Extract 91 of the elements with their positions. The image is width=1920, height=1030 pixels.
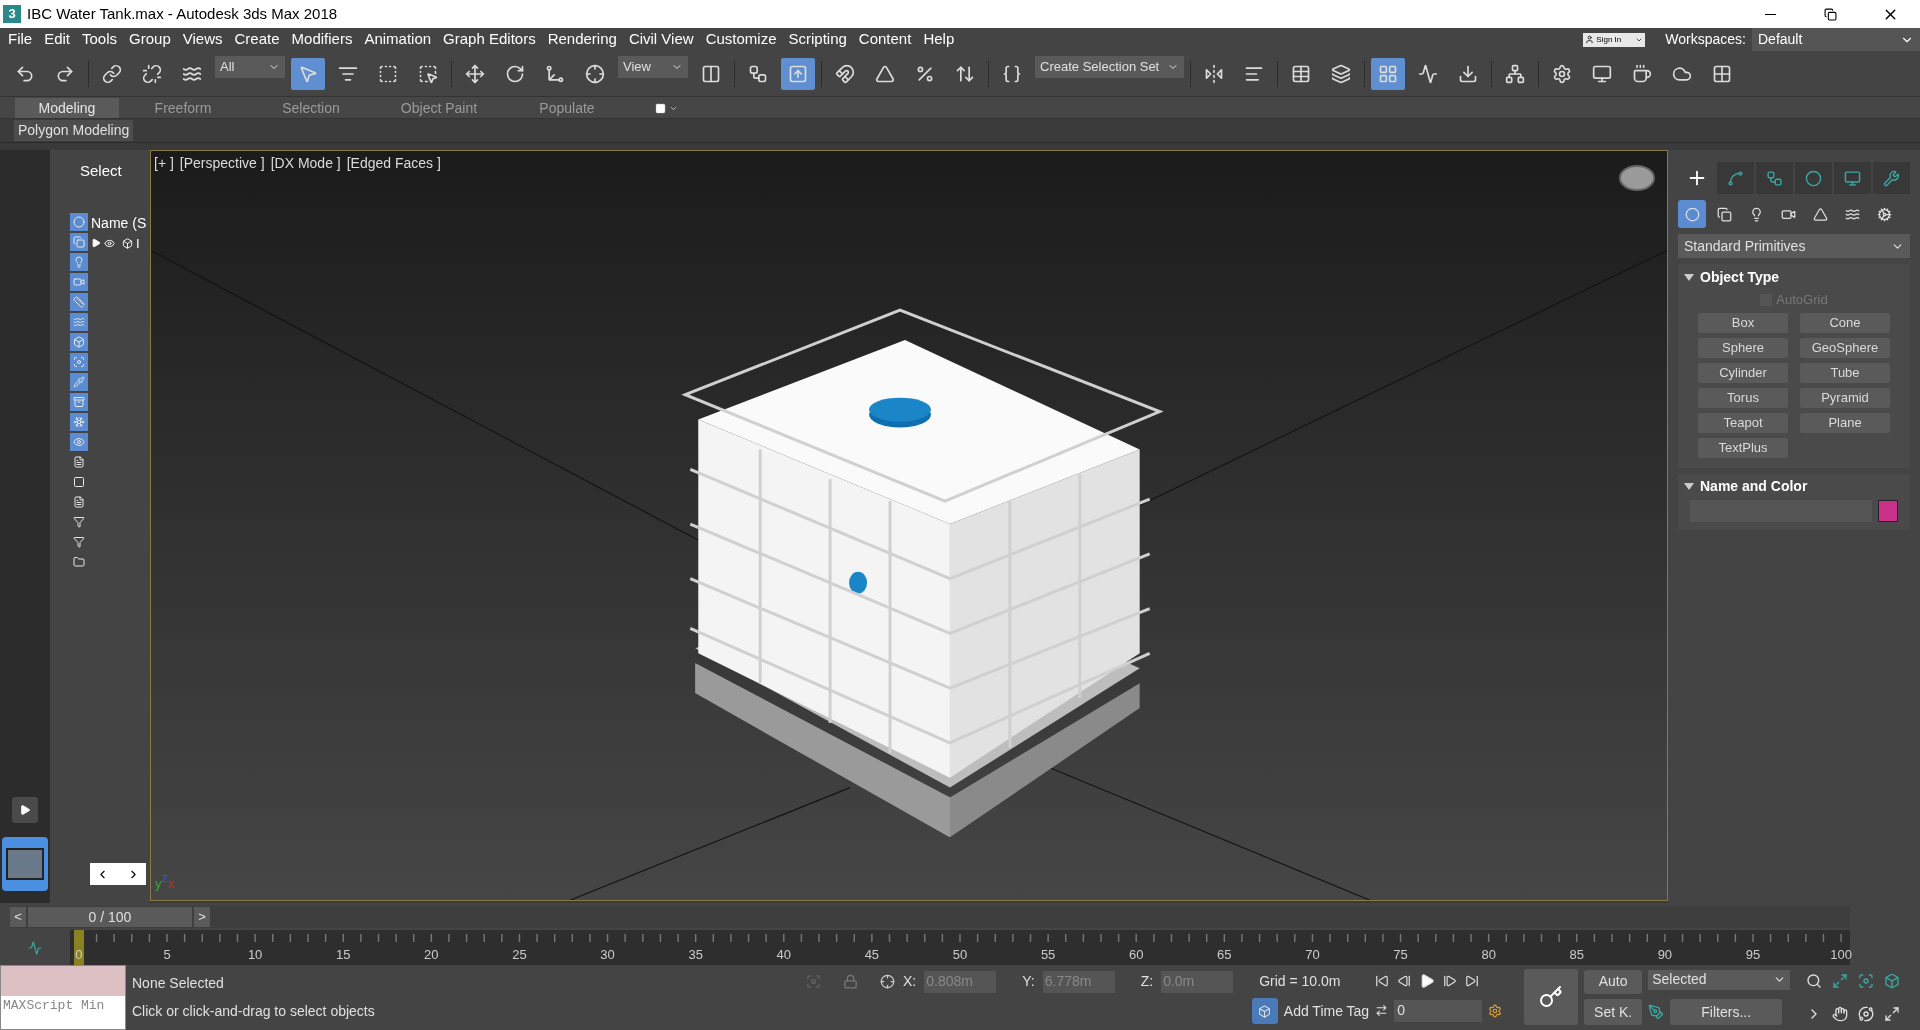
frame-counter: 0 / 100 — [28, 906, 192, 927]
selection-status: None Selected — [132, 973, 225, 993]
ruler-label: 55 — [1040, 946, 1056, 964]
ribbon-tab[interactable]: Selection — [247, 98, 375, 118]
ruler-label: 35 — [688, 946, 703, 964]
x-label: X: — [903, 972, 917, 992]
menu-item[interactable]: Modifiers — [285, 28, 359, 51]
ruler-label: 30 — [600, 946, 615, 964]
ribbon-tab[interactable]: Object Paint — [375, 98, 503, 118]
ruler-label: 50 — [952, 946, 968, 964]
ruler-label: 100 — [1830, 946, 1852, 964]
ruler-label: 75 — [1393, 946, 1408, 964]
ruler-label: 90 — [1657, 946, 1673, 964]
primitive-button[interactable]: Pyramid — [1800, 387, 1890, 408]
menu-item[interactable]: File — [2, 28, 39, 51]
primitive-button[interactable]: Torus — [1698, 387, 1788, 408]
toolbar-dropdown[interactable]: View — [618, 56, 688, 78]
ruler-label: 20 — [424, 946, 439, 964]
axis-label: y — [155, 877, 162, 890]
axis-label: z — [161, 871, 168, 884]
viewport-label[interactable]: [+ ] — [154, 153, 174, 174]
prompt-text: Click or click-and-drag to select objects — [132, 1002, 376, 1022]
ribbon-tab[interactable]: Populate — [503, 98, 631, 118]
primitive-button[interactable]: Cone — [1800, 312, 1890, 333]
primitive-button[interactable]: Plane — [1800, 412, 1890, 433]
timeline-ruler[interactable]: 0 5 10 15 20 25 30 35 40 45 50 55 60 65 70 75 80 85 90 95 100 — [70, 930, 1850, 965]
ruler-label: 5 — [163, 946, 171, 964]
set-key-mode-button[interactable]: Set K. — [1584, 999, 1643, 1026]
next-frame-button[interactable]: > — [194, 906, 210, 927]
ruler-label: 40 — [776, 946, 791, 964]
primitive-button[interactable]: Tube — [1800, 362, 1890, 383]
menu-item[interactable]: Customize — [699, 28, 783, 51]
z-label: Z: — [1140, 972, 1154, 992]
viewport[interactable]: [+ ] [Perspective ] [DX Mode ] [Edged Faces ] yzx — [150, 150, 1668, 901]
ribbon-tab[interactable]: Freeform — [119, 98, 247, 118]
ruler-label: 25 — [512, 946, 527, 964]
key-filters-button[interactable]: Filters... — [1670, 999, 1783, 1026]
sign-in-button[interactable]: Sign In — [1583, 32, 1646, 47]
grid-size: Grid = 10.0m — [1259, 972, 1342, 992]
auto-key-button[interactable]: Auto — [1584, 969, 1643, 994]
ribbon-tab[interactable]: Modeling — [15, 98, 119, 118]
ruler-label: 0 — [75, 946, 83, 964]
menu-item[interactable]: Tools — [76, 28, 124, 51]
column-header: Name (S — [91, 213, 147, 233]
ruler-label: 15 — [336, 946, 351, 964]
primitive-button[interactable]: Teapot — [1698, 412, 1788, 433]
frame-field[interactable]: 0 — [1394, 999, 1483, 1022]
toolbar-dropdown[interactable]: Create Selection Set — [1035, 56, 1185, 78]
app-logo: 3 — [3, 5, 21, 23]
primitive-button[interactable]: Sphere — [1698, 337, 1788, 358]
ruler-label: 60 — [1129, 946, 1144, 964]
menu-item[interactable]: Content — [852, 28, 918, 51]
ruler-label: 45 — [864, 946, 880, 964]
explorer-title: Select — [79, 161, 123, 181]
menu-item[interactable]: Rendering — [541, 28, 623, 51]
axis-label: x — [168, 877, 175, 890]
ruler-label: 65 — [1217, 946, 1232, 964]
primitive-button[interactable]: Box — [1698, 312, 1788, 333]
menu-item[interactable]: Group — [123, 28, 177, 51]
toolbar-dropdown[interactable]: All — [215, 56, 285, 78]
ruler-label: 80 — [1481, 946, 1496, 964]
rollout-header[interactable]: Object Type — [1678, 264, 1786, 290]
category-dropdown[interactable]: Standard Primitives — [1678, 234, 1910, 258]
menu-item[interactable]: Help — [917, 28, 961, 51]
ribbon-panel-label: Polygon Modeling — [14, 120, 134, 141]
ruler-label: 70 — [1305, 946, 1320, 964]
object-name: I — [136, 234, 140, 253]
primitive-button[interactable]: Cylinder — [1698, 362, 1788, 383]
ruler-label: 95 — [1745, 946, 1761, 964]
viewport-label[interactable]: [Edged Faces ] — [346, 153, 441, 174]
primitive-button[interactable]: TextPlus — [1698, 437, 1788, 458]
menu-item[interactable]: Animation — [358, 28, 438, 51]
y-label: Y: — [1022, 972, 1035, 992]
window-title: IBC Water Tank.max - Autodesk 3ds Max 2018 — [27, 3, 338, 24]
add-time-tag-button[interactable]: Add Time Tag — [1251, 998, 1370, 1025]
key-filter-dropdown[interactable]: Selected — [1648, 969, 1791, 990]
menu-item[interactable]: Scripting — [782, 28, 853, 51]
previous-frame-button[interactable]: < — [10, 906, 26, 927]
menu-item[interactable]: Graph Editors — [437, 28, 542, 51]
ruler-label: 10 — [247, 946, 263, 964]
viewport-label[interactable]: [Perspective ] — [179, 153, 265, 174]
workspaces-label: Workspaces: — [1665, 30, 1746, 49]
primitive-button[interactable]: GeoSphere — [1800, 337, 1890, 358]
menu-item[interactable]: Edit — [38, 28, 77, 51]
menu-item[interactable]: Civil View — [622, 28, 700, 51]
menu-item[interactable]: Create — [228, 28, 286, 51]
workspace-dropdown[interactable]: Default — [1752, 28, 1920, 51]
menu-item[interactable]: Views — [176, 28, 229, 51]
listener-input[interactable]: MAXScript Min — [1, 996, 125, 1029]
ruler-label: 85 — [1569, 946, 1584, 964]
viewport-label[interactable]: [DX Mode ] — [270, 153, 341, 174]
